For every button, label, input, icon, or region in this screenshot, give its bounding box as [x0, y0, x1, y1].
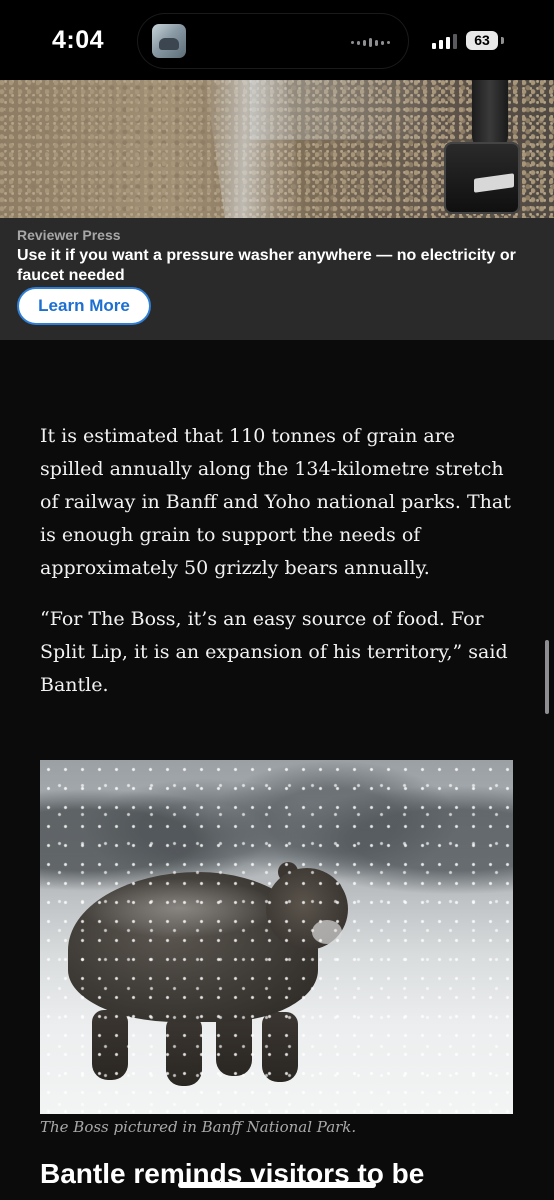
audio-waveform-icon [351, 38, 390, 47]
now-playing-thumbnail[interactable] [152, 24, 186, 58]
article-paragraph: It is estimated that 110 tonnes of grain… [40, 425, 511, 579]
scroll-indicator[interactable] [545, 640, 549, 714]
learn-more-button[interactable]: Learn More [17, 287, 151, 325]
falling-snow [40, 760, 513, 1114]
article-paragraph: “For The Boss, it’s an easy source of fo… [40, 608, 508, 696]
pressure-washer-handle [472, 80, 508, 150]
battery-cap [501, 37, 504, 44]
article-body: It is estimated that 110 tonnes of grain… [40, 420, 518, 720]
advertisement[interactable]: Reviewer Press Use it if you want a pres… [0, 80, 554, 340]
battery-icon: 63 [466, 31, 498, 50]
article-photo-grizzly-bear[interactable] [40, 760, 513, 1114]
status-time: 4:04 [52, 26, 105, 54]
dynamic-island[interactable] [138, 14, 408, 68]
home-indicator[interactable] [178, 1182, 376, 1188]
status-bar: 4:04 63 [0, 0, 554, 80]
cellular-signal-icon [432, 34, 457, 49]
ad-sponsor: Reviewer Press [17, 227, 121, 243]
ad-headline[interactable]: Use it if you want a pressure washer any… [17, 246, 537, 286]
ad-image[interactable] [0, 80, 554, 218]
photo-caption: The Boss pictured in Banff National Park… [40, 1118, 357, 1136]
